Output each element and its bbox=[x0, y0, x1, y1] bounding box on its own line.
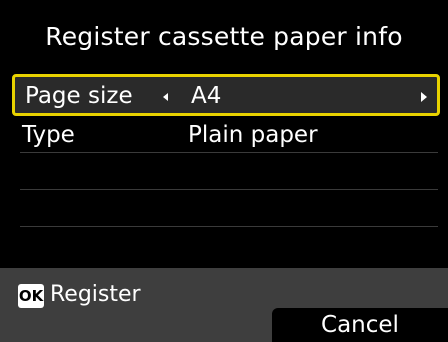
setting-value-page-size: A4 bbox=[191, 83, 222, 109]
setting-label-page-size: Page size bbox=[25, 83, 133, 109]
setting-row-page-size[interactable]: Page size A4 bbox=[12, 74, 440, 116]
empty-list-row bbox=[20, 190, 438, 227]
empty-list-row bbox=[20, 153, 438, 190]
empty-list-row bbox=[20, 227, 438, 264]
printer-lcd-screen: Register cassette paper info Page size A… bbox=[0, 0, 448, 342]
settings-list: Page size A4 Type Plain paper bbox=[12, 74, 440, 260]
screen-title: Register cassette paper info bbox=[45, 22, 403, 51]
register-action-label: Register bbox=[50, 282, 141, 307]
left-arrow-icon[interactable] bbox=[163, 93, 168, 101]
setting-value-type: Plain paper bbox=[188, 122, 318, 148]
footer-bar: OK Register Cancel bbox=[0, 268, 448, 342]
right-arrow-icon[interactable] bbox=[421, 92, 427, 102]
cancel-button[interactable]: Cancel bbox=[272, 308, 448, 342]
setting-label-type: Type bbox=[22, 122, 75, 148]
ok-key-icon: OK bbox=[18, 284, 44, 308]
setting-row-type[interactable]: Type Plain paper bbox=[20, 116, 438, 153]
